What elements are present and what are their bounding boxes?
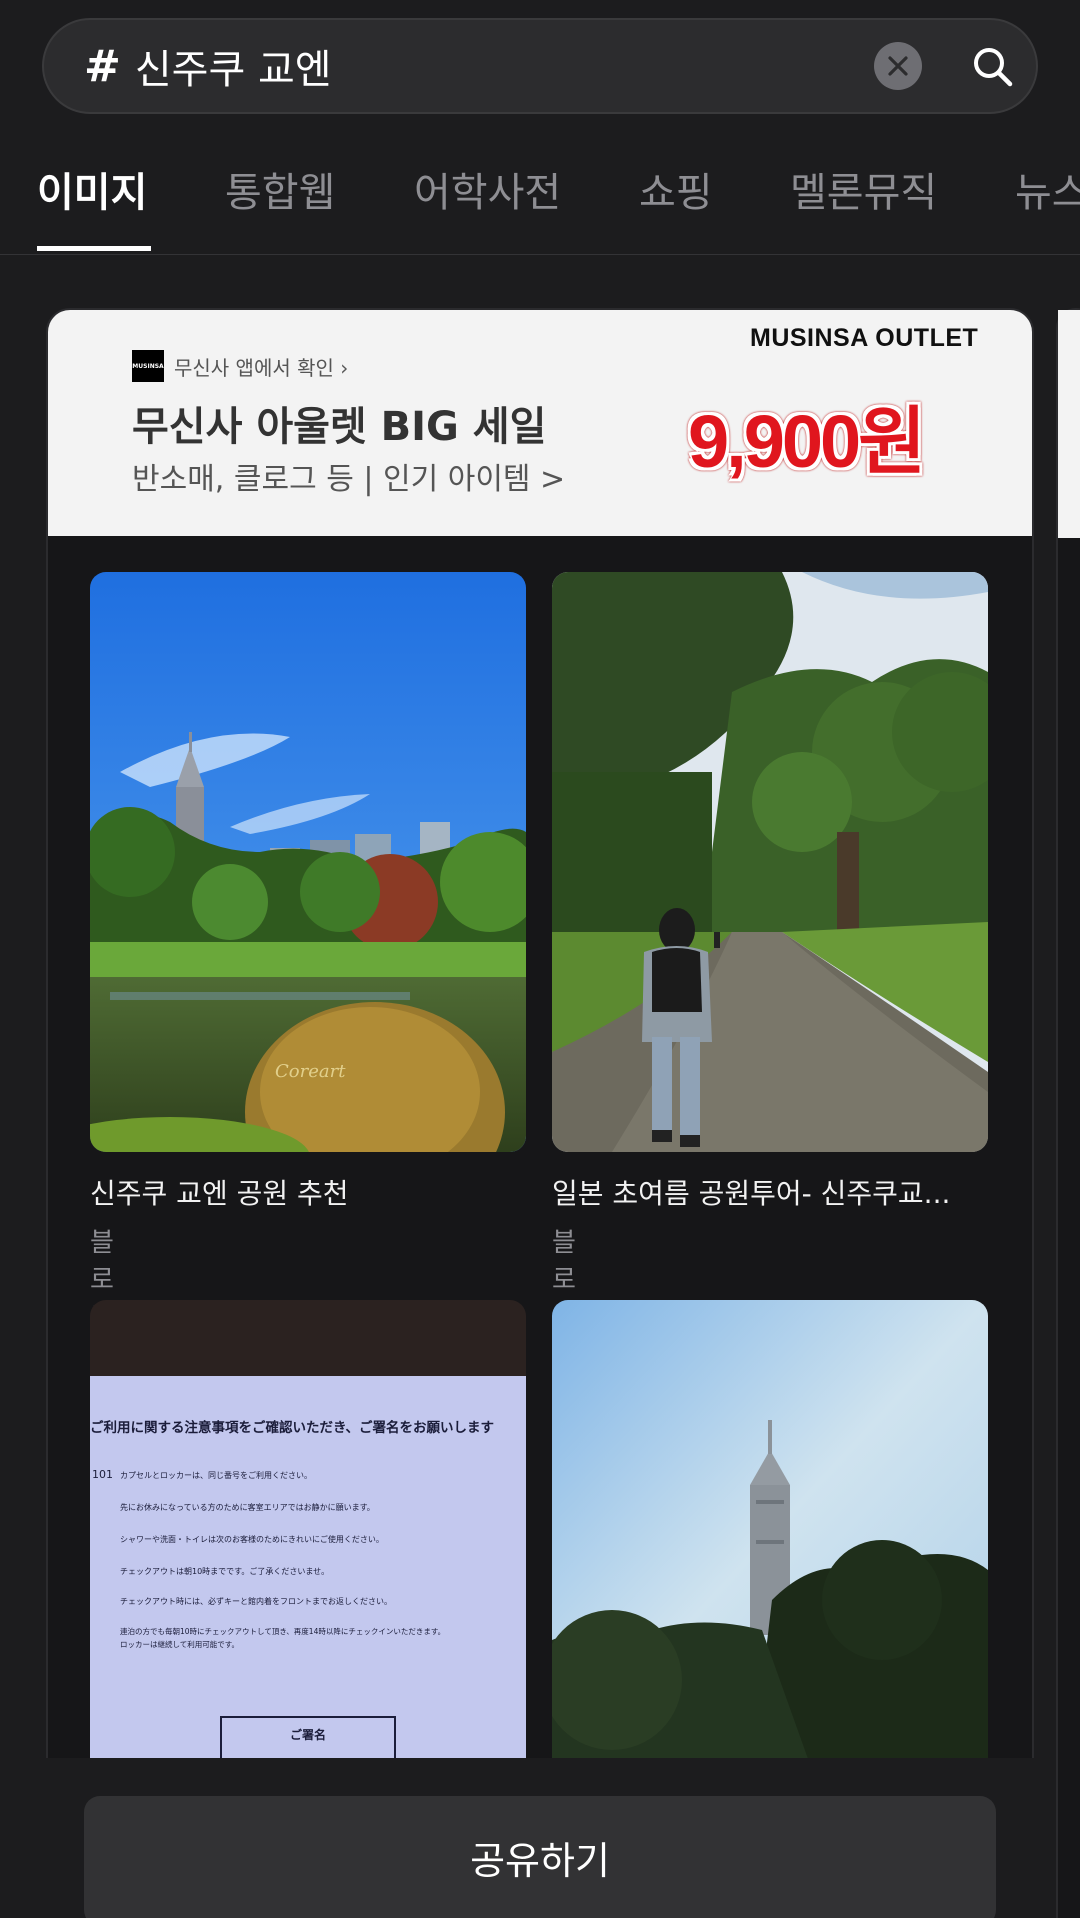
result-thumbnail[interactable] <box>552 572 988 1152</box>
tab-news[interactable]: 뉴스 <box>1015 160 1080 218</box>
close-icon <box>888 56 908 76</box>
park-path-photo <box>552 572 988 1152</box>
watermark-text: Coreart <box>275 1061 346 1082</box>
sheet-line: チェックアウト時には、必ずキーと館内着をフロントまでお返しください。 <box>120 1597 392 1606</box>
sheet-line: チェックアウトは朝10時までです。ご了承くださいませ。 <box>120 1567 330 1576</box>
clear-search-button[interactable] <box>874 42 922 90</box>
share-area: 공유하기 <box>46 1758 1034 1918</box>
tab-melon-music[interactable]: 멜론뮤직 <box>790 160 937 218</box>
ad-price: 9,900원 <box>688 400 926 483</box>
sheet-line: ロッカーは継続して利用可能です。 <box>120 1640 240 1649</box>
ad-banner[interactable]: MUSINSA 무신사 앱에서 확인 › 무신사 아울렛 BIG 세일 반소매,… <box>48 310 1032 536</box>
musinsa-logo: MUSINSA <box>132 350 164 382</box>
ad-source: MUSINSA 무신사 앱에서 확인 › <box>132 350 348 382</box>
image-search-page: # 신주쿠 교엔 이미지 통합웹 어학사전 쇼핑 멜론뮤직 뉴스 MUSINSA… <box>0 0 1080 1918</box>
search-query-text: 신주쿠 교엔 <box>134 47 332 93</box>
share-button[interactable]: 공유하기 <box>84 1796 996 1918</box>
ad-source-text: 무신사 앱에서 확인 › <box>174 355 349 380</box>
sheet-line: シャワーや洗面・トイレは次のお客様のためにきれいにご使用ください。 <box>120 1535 384 1544</box>
sheet-room-number: 101 <box>92 1468 113 1481</box>
result-title[interactable]: 신주쿠 교엔 공원 추천 <box>90 1172 526 1212</box>
sheet-signature-label: ご署名 <box>289 1728 326 1742</box>
category-tabs: 이미지 통합웹 어학사전 쇼핑 멜론뮤직 뉴스 <box>0 140 1080 255</box>
image-results-card: MUSINSA 무신사 앱에서 확인 › 무신사 아울렛 BIG 세일 반소매,… <box>46 308 1034 1918</box>
sheet-heading: ご利用に関する注意事項をご確認いただき、ご署名をお願いします <box>90 1420 495 1436</box>
notice-sheet-photo: ご利用に関する注意事項をご確認いただき、ご署名をお願いします 101 カプセルと… <box>90 1376 526 1770</box>
sheet-line: 先にお休みになっている方のために客室エリアではお静かに願います。 <box>120 1503 375 1512</box>
tab-web[interactable]: 통합웹 <box>225 160 335 218</box>
ad-title: 무신사 아울렛 BIG 세일 <box>132 404 547 450</box>
result-thumbnail[interactable]: ご利用に関する注意事項をご確認いただき、ご署名をお願いします 101 カプセルと… <box>90 1300 526 1770</box>
search-bar[interactable]: # 신주쿠 교엔 <box>42 18 1038 114</box>
sheet-line: 連泊の方でも毎朝10時にチェックアウトして頂き、再度14時以降にチェックインいた… <box>120 1627 446 1636</box>
search-icon <box>974 48 1013 87</box>
ad-brand: MUSINSA OUTLET <box>750 324 979 352</box>
garden-photo: Coreart <box>90 572 526 1152</box>
next-card-peek[interactable] <box>1056 308 1080 1918</box>
hashtag-icon: # <box>84 40 121 92</box>
result-thumbnail[interactable]: Coreart <box>90 572 526 1152</box>
tab-images[interactable]: 이미지 <box>37 160 147 218</box>
search-query[interactable]: # 신주쿠 교엔 <box>84 20 332 112</box>
tower-photo <box>552 1300 988 1770</box>
result-thumbnail[interactable] <box>552 1300 988 1770</box>
result-title[interactable]: 일본 초여름 공원투어- 신주쿠교... <box>552 1172 988 1212</box>
sheet-line: カプセルとロッカーは、同じ番号をご利用ください。 <box>120 1471 312 1480</box>
ad-subtitle: 반소매, 클로그 등 | 인기 아이템 > <box>132 462 566 497</box>
tab-shopping[interactable]: 쇼핑 <box>639 160 713 218</box>
active-tab-indicator <box>37 246 151 251</box>
tab-dictionary[interactable]: 어학사전 <box>414 160 561 218</box>
search-button[interactable] <box>960 34 1024 98</box>
